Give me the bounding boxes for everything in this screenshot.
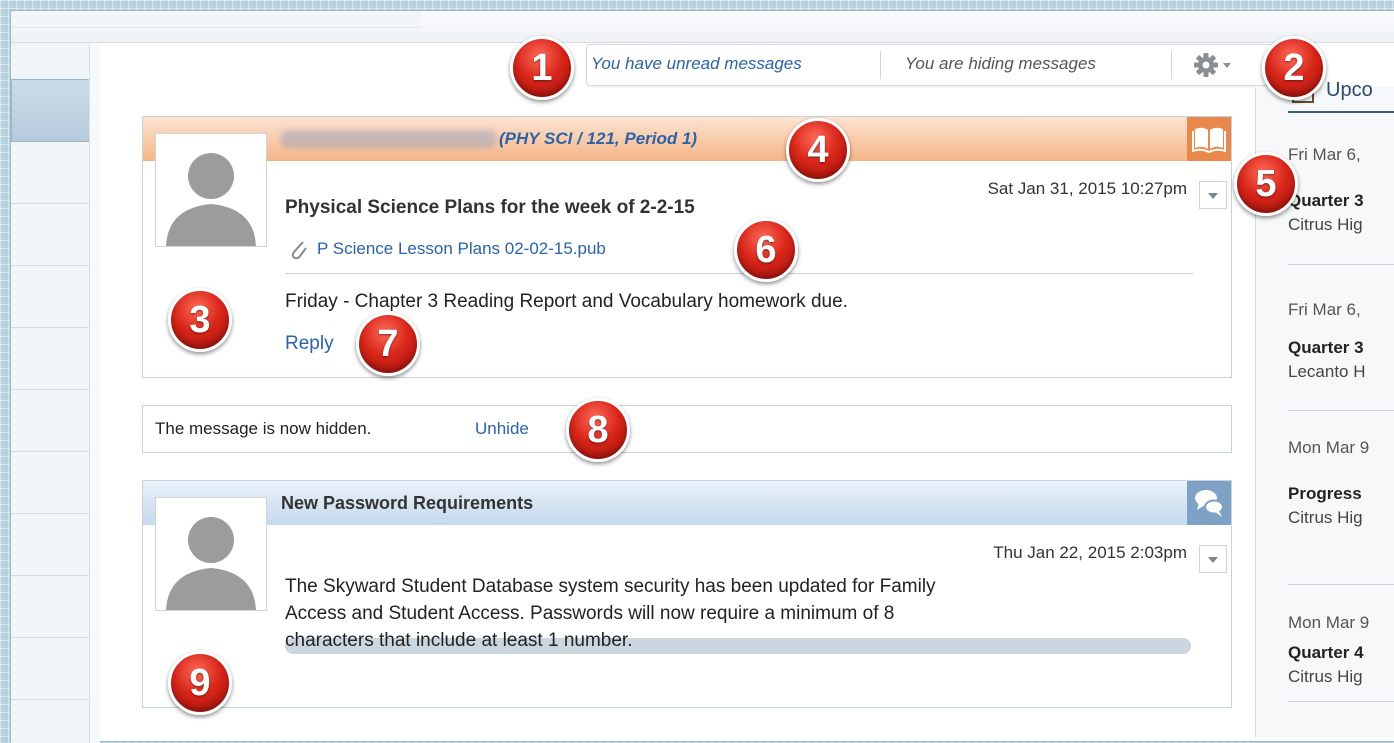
attachment-link[interactable]: P Science Lesson Plans 02-02-15.pub [317, 239, 606, 259]
reply-link[interactable]: Reply [285, 333, 334, 355]
hidden-message-notice: The message is now hidden. Unhide [142, 405, 1232, 453]
message-body: The Skyward Student Database system secu… [285, 573, 1191, 654]
nav-item[interactable] [11, 204, 89, 266]
event-school: Citrus Hig [1288, 667, 1363, 686]
event-date: Fri Mar 6, [1288, 300, 1361, 319]
chevron-down-icon [1223, 63, 1231, 68]
message-body-line: Access and Student Access. Passwords wil… [285, 603, 895, 624]
chat-bubbles-icon [1187, 481, 1231, 525]
callout-marker-8: 8 [566, 398, 630, 462]
event-date: Mon Mar 9 [1288, 438, 1370, 457]
message-subject: New Password Requirements [281, 493, 534, 513]
paperclip-icon [289, 238, 309, 265]
message-timestamp: Thu Jan 22, 2015 2:03pm [993, 543, 1187, 562]
callout-marker-3: 3 [168, 288, 232, 352]
chevron-down-icon [1208, 557, 1218, 563]
unread-messages-link[interactable]: You have unread messages [591, 54, 802, 74]
callout-marker-9: 9 [168, 651, 232, 715]
nav-item-active[interactable] [11, 79, 91, 142]
callout-marker-6: 6 [734, 218, 798, 282]
avatar [155, 497, 267, 611]
nav-item[interactable] [11, 638, 89, 700]
nav-item[interactable] [11, 142, 89, 204]
unhide-link[interactable]: Unhide [475, 419, 529, 439]
divider [1288, 584, 1394, 585]
message-subject: Physical Science Plans for the week of 2… [285, 197, 695, 218]
hidden-notice-text: The message is now hidden. [155, 419, 372, 438]
message-options-button[interactable] [1199, 545, 1227, 573]
message-body-line: The Skyward Student Database system secu… [285, 576, 936, 597]
avatar [155, 133, 267, 247]
hiding-messages-link[interactable]: You are hiding messages [905, 54, 1096, 74]
gear-icon[interactable] [1193, 51, 1237, 84]
callout-marker-7: 7 [356, 312, 420, 376]
message-body: Friday - Chapter 3 Reading Report and Vo… [285, 291, 848, 312]
message-body-line-wrap: characters that include at least 1 numbe… [285, 627, 1191, 654]
event-title[interactable]: Quarter 4 [1288, 643, 1364, 663]
blurred-sender-name [281, 130, 496, 148]
message-card-class: (PHY SCI / 121, Period 1) Sat Jan 31, 20… [142, 116, 1232, 378]
nav-item[interactable] [11, 328, 89, 390]
callout-marker-4: 4 [786, 118, 850, 182]
divider [285, 273, 1193, 274]
header-underline [1288, 111, 1394, 113]
event-date: Mon Mar 9 [1288, 613, 1370, 632]
nav-item[interactable] [11, 266, 89, 328]
top-bar-strip [11, 11, 421, 28]
event-title[interactable]: Progress [1288, 484, 1362, 504]
nav-item[interactable] [11, 576, 89, 638]
event-title[interactable]: Quarter 3 [1288, 191, 1364, 211]
message-body-line: characters that include at least 1 numbe… [285, 630, 633, 651]
sender-class[interactable]: (PHY SCI / 121, Period 1) [499, 129, 697, 149]
message-card-district: New Password Requirements Thu Jan 22, 20… [142, 480, 1232, 708]
divider [1171, 51, 1172, 79]
divider [1288, 701, 1394, 702]
divider [1288, 264, 1394, 265]
message-header: New Password Requirements [143, 481, 1231, 525]
event-school: Lecanto H [1288, 362, 1366, 381]
left-scrollbar[interactable] [89, 43, 100, 743]
left-nav-panel [11, 43, 100, 743]
message-options-button[interactable] [1199, 181, 1227, 209]
book-icon [1187, 117, 1231, 161]
event-date: Fri Mar 6, [1288, 145, 1361, 164]
event-title[interactable]: Quarter 3 [1288, 338, 1364, 358]
chevron-down-icon [1208, 193, 1218, 199]
message-timestamp: Sat Jan 31, 2015 10:27pm [987, 179, 1187, 198]
divider [880, 51, 881, 79]
top-bar [11, 11, 1394, 43]
callout-marker-2: 2 [1262, 36, 1326, 100]
message-header: (PHY SCI / 121, Period 1) [143, 117, 1231, 161]
nav-item[interactable] [11, 390, 89, 452]
upcoming-title: Upco [1326, 79, 1373, 101]
divider [1288, 410, 1394, 411]
nav-item[interactable] [11, 514, 89, 576]
callout-marker-5: 5 [1234, 152, 1298, 216]
nav-item[interactable] [11, 452, 89, 514]
message-filter-bar: You have unread messages You are hiding … [586, 44, 1274, 86]
callout-marker-1: 1 [510, 36, 574, 100]
event-school: Citrus Hig [1288, 215, 1363, 234]
event-school: Citrus Hig [1288, 508, 1363, 527]
